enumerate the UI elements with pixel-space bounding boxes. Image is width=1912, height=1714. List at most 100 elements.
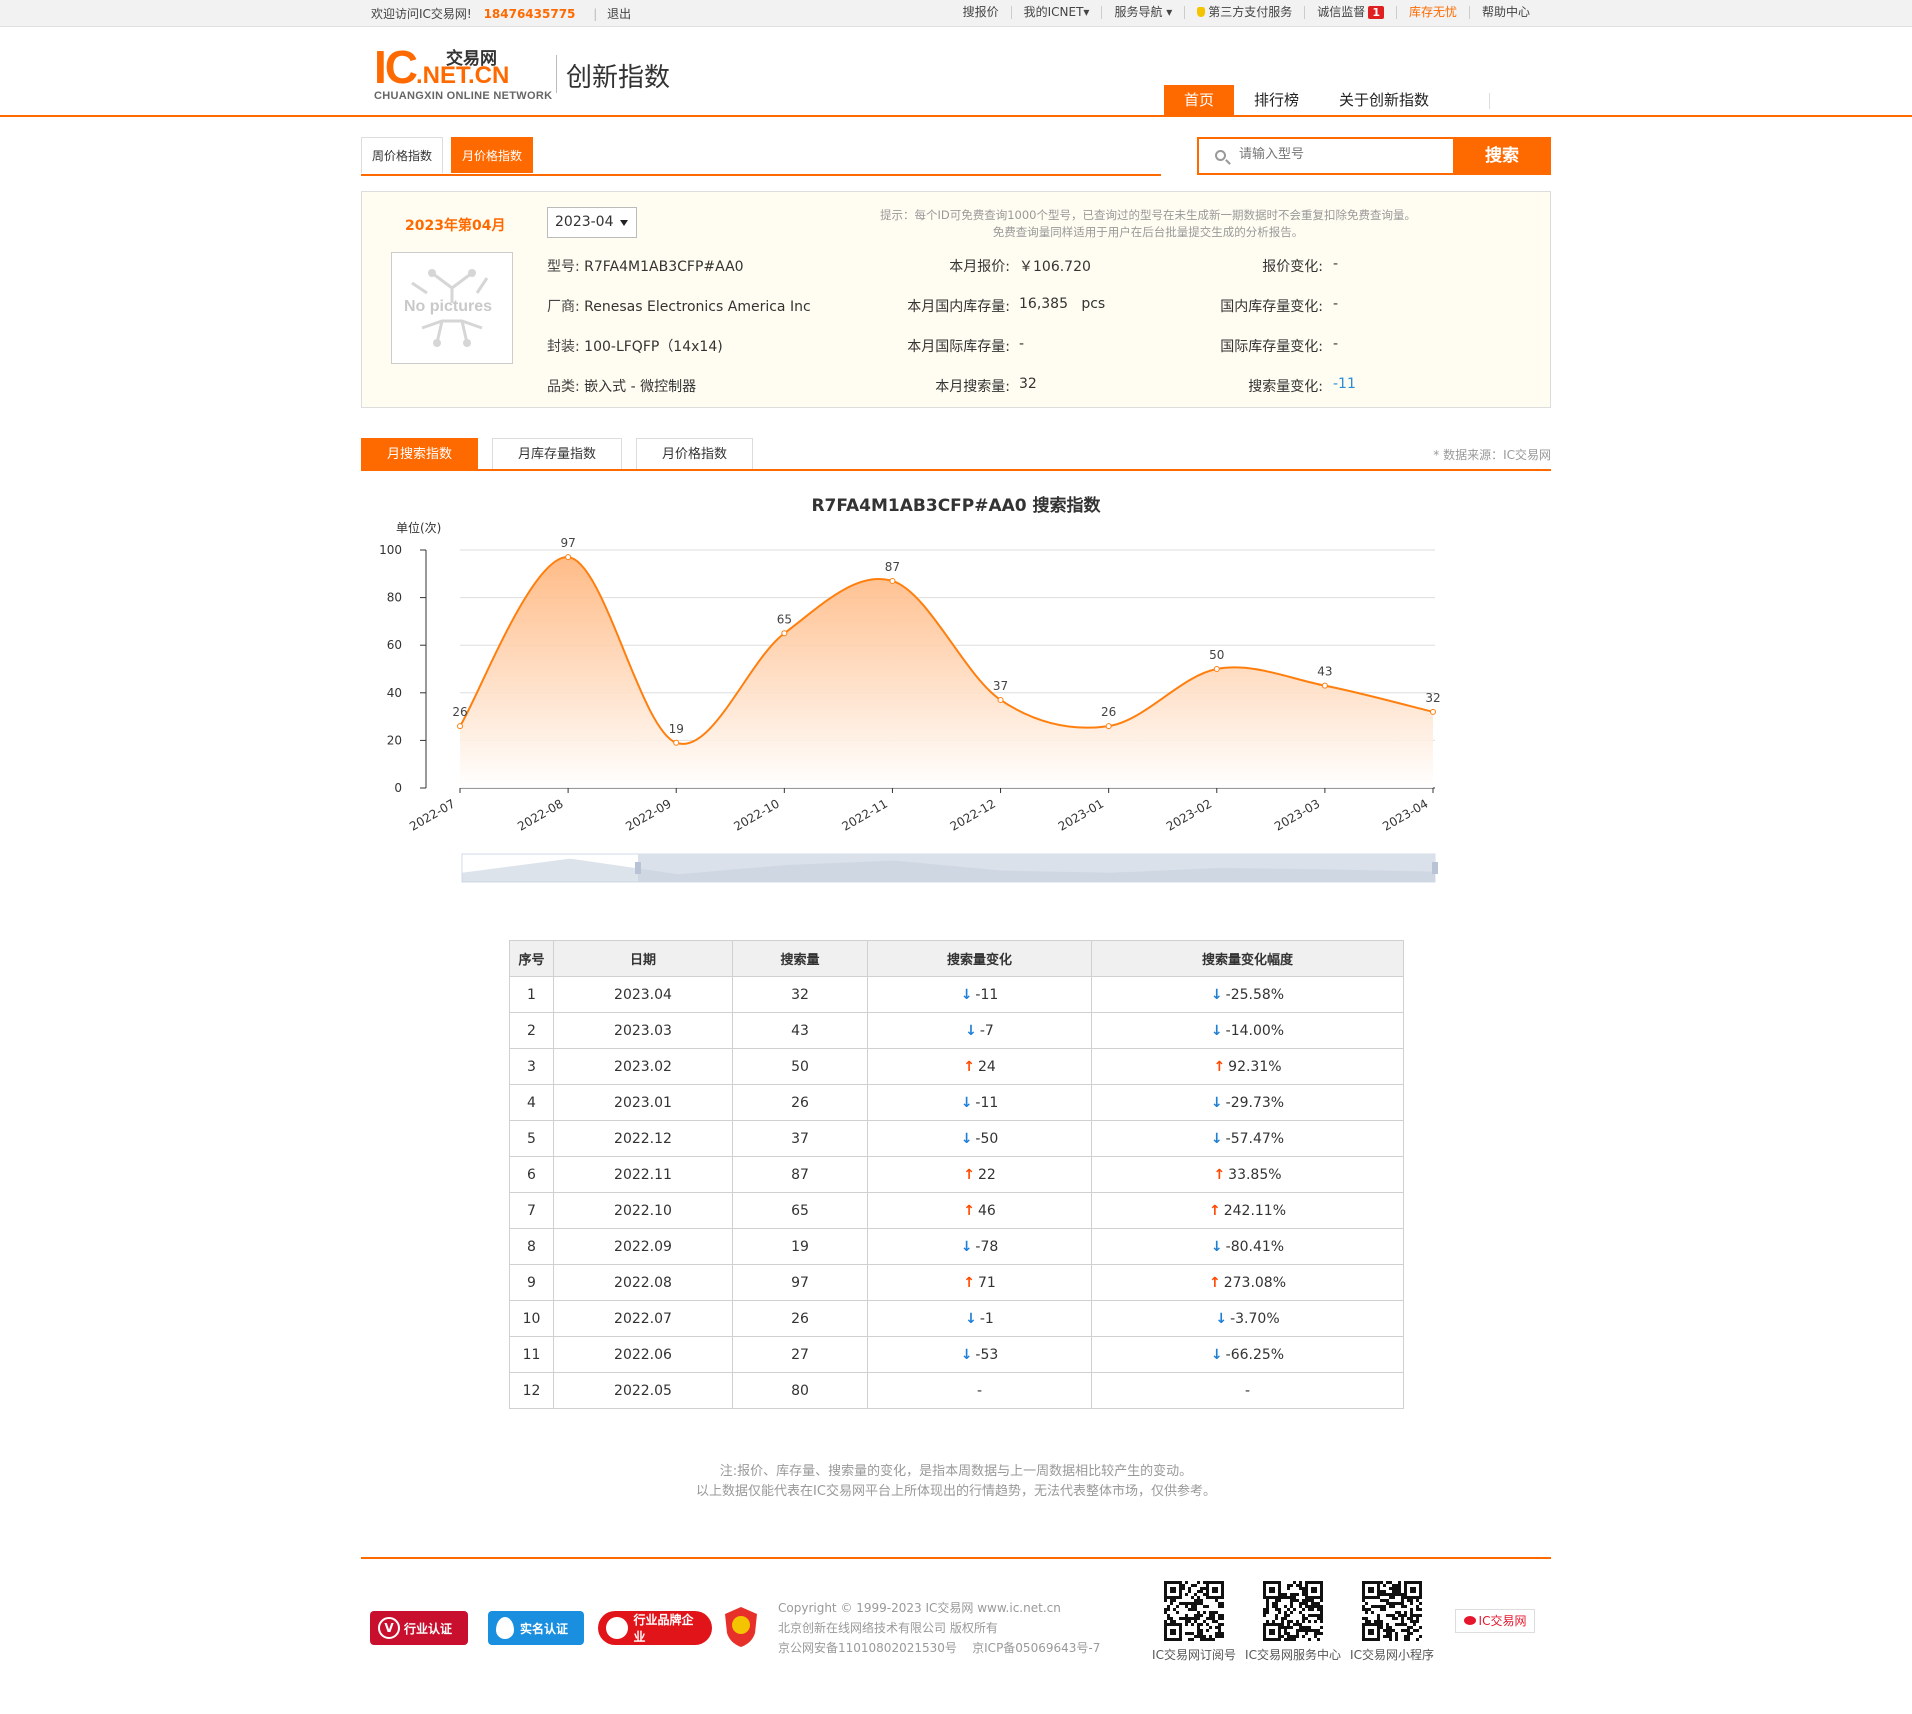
- data-point: [1321, 682, 1328, 689]
- tab-weekly-price[interactable]: 周价格指数: [361, 137, 444, 173]
- weibo-link[interactable]: IC交易网: [1455, 1609, 1535, 1633]
- cell-date-value: 2023.03: [614, 1022, 672, 1039]
- cell-search-change-value: -7: [979, 1022, 994, 1039]
- top-link-service-nav[interactable]: 服务导航 ▾: [1102, 6, 1186, 19]
- col-search-change-pct: 搜索量变化幅度: [1091, 940, 1404, 977]
- tab-monthly-price[interactable]: 月价格指数: [451, 137, 534, 173]
- cell-search-change-value: 24: [977, 1058, 996, 1075]
- cell-index: 3: [509, 1048, 554, 1085]
- arrow-down-icon: ↓: [960, 1346, 973, 1363]
- cell-index: 4: [509, 1084, 554, 1121]
- cell-date: 2023.02: [553, 1048, 733, 1085]
- data-point: [889, 577, 896, 584]
- top-link-integrity-label: 诚信监督: [1317, 5, 1366, 19]
- cell-date-value: 2023.02: [614, 1058, 672, 1075]
- arrow-up-icon: ↑: [963, 1058, 975, 1075]
- month-select[interactable]: 2023-04: [547, 207, 637, 238]
- top-link-payment-label: 第三方支付服务: [1208, 5, 1293, 19]
- top-links: 搜报价 我的ICNET▾ 服务导航 ▾ 第三方支付服务 诚信监督 1 库存无忧 帮…: [951, 6, 1542, 19]
- cell-search-change-pct-value: -: [1244, 1382, 1251, 1399]
- cell-search-value: 26: [791, 1310, 809, 1327]
- cell-search-change-pct-value: -66.25%: [1225, 1346, 1285, 1363]
- arrow-down-icon: ↓: [1210, 986, 1223, 1003]
- x-tick-label: 2023-01: [1056, 796, 1106, 833]
- cell-index-value: 1: [527, 986, 536, 1003]
- top-link-stock[interactable]: 库存无忧: [1397, 6, 1470, 19]
- search-input[interactable]: [1239, 147, 1439, 162]
- cell-search-change: ↓ -53: [867, 1336, 1092, 1373]
- field-dstock-change-label: 国内库存量变化:: [1220, 299, 1323, 315]
- cell-search-change: -: [867, 1372, 1092, 1409]
- tab-monthly-stock[interactable]: 月库存量指数: [492, 438, 623, 470]
- top-link-quote[interactable]: 搜报价: [951, 6, 1012, 19]
- zoom-handle-left[interactable]: [635, 862, 641, 874]
- cell-search: 26: [732, 1084, 868, 1121]
- y-tick-label: 20: [387, 733, 402, 747]
- cell-index: 1: [509, 976, 554, 1013]
- cell-search-change-pct: ↓ -66.25%: [1091, 1336, 1404, 1373]
- data-point: [457, 723, 463, 730]
- arrow-down-icon: ↓: [965, 1310, 977, 1327]
- nav-ranking[interactable]: 排行榜: [1234, 85, 1319, 116]
- tab-monthly-search[interactable]: 月搜索指数: [361, 438, 479, 470]
- col-date: 日期: [553, 940, 733, 977]
- table-row: 7 2022.10 65 ↑ 46 ↑ 242.11%: [509, 1192, 1404, 1229]
- zoom-handle-right[interactable]: [1432, 862, 1438, 874]
- user-phone[interactable]: 18476435775: [484, 7, 576, 21]
- cell-index: 2: [509, 1012, 554, 1049]
- cell-date: 2022.09: [553, 1228, 733, 1265]
- arrow-down-icon: ↓: [960, 1238, 973, 1255]
- data-source: * 数据来源：IC交易网: [1433, 448, 1551, 462]
- cell-search: 50: [732, 1048, 868, 1085]
- data-point: [1105, 723, 1112, 730]
- header-rule: [0, 115, 1912, 117]
- copyright-line-3: 京公网安备11010802021530号 京ICP备05069643号-7: [778, 1641, 1101, 1655]
- top-link-payment[interactable]: 第三方支付服务: [1185, 5, 1306, 19]
- nav-home[interactable]: 首页: [1164, 85, 1235, 116]
- col-index: 序号: [509, 940, 554, 977]
- field-category: 品类: 嵌入式 - 微控制器: [547, 376, 696, 396]
- x-tick-label: 2022-12: [948, 796, 998, 833]
- field-search-change-value: -11: [1333, 376, 1356, 392]
- cell-search-change: ↓ -11: [867, 976, 1092, 1013]
- top-link-integrity[interactable]: 诚信监督 1: [1305, 6, 1397, 19]
- police-shield-icon[interactable]: [722, 1605, 760, 1649]
- data-label: 87: [885, 560, 900, 574]
- arrow-down-icon: ↓: [1210, 1130, 1223, 1147]
- field-dstock-change-value: -: [1333, 296, 1339, 312]
- field-search-value: 32: [1019, 376, 1037, 392]
- cell-date-value: 2022.09: [614, 1238, 672, 1255]
- cell-search: 37: [732, 1120, 868, 1157]
- brand-icon: [606, 1617, 628, 1639]
- y-tick-label: 0: [394, 781, 402, 795]
- cell-search-value: 32: [791, 986, 809, 1003]
- page-title: 创新指数: [566, 63, 671, 93]
- brand-enterprise-badge[interactable]: 行业品牌企业: [598, 1611, 712, 1645]
- site-logo[interactable]: IC.NET.CN 交易网 CHUANGXIN ONLINE NETWORK: [374, 44, 552, 102]
- realname-cert-badge[interactable]: 实名认证: [488, 1611, 584, 1645]
- arrow-up-icon: ↑: [963, 1274, 975, 1291]
- y-axis-label: 单位(次): [396, 520, 441, 535]
- nav-about[interactable]: 关于创新指数: [1319, 85, 1449, 116]
- copyright-line-2: 北京创新在线网络技术有限公司 版权所有: [778, 1621, 998, 1635]
- field-maker-value: Renesas Electronics America Inc: [584, 299, 811, 315]
- data-label: 65: [777, 612, 792, 626]
- logout-link[interactable]: 退出: [607, 7, 631, 21]
- table-row: 12 2022.05 80 - -: [509, 1372, 1404, 1409]
- subtab-rule: [361, 174, 1161, 176]
- tab-monthly-price-chart[interactable]: 月价格指数: [636, 438, 754, 470]
- cell-date-value: 2022.11: [614, 1166, 672, 1183]
- y-tick-label: 60: [387, 638, 402, 652]
- industry-cert-badge[interactable]: V 行业认证: [370, 1611, 468, 1645]
- cell-search-change: ↓ -50: [867, 1120, 1092, 1157]
- main-nav: 首页 排行榜 关于创新指数: [1164, 85, 1491, 116]
- search-button[interactable]: 搜索: [1453, 137, 1551, 175]
- field-istock-change-value: -: [1333, 336, 1339, 352]
- cell-search-change-pct: ↑ 273.08%: [1091, 1264, 1404, 1301]
- field-price-change-label: 报价变化:: [1262, 259, 1323, 275]
- arrow-up-icon: ↑: [1208, 1202, 1221, 1219]
- top-link-my-icnet[interactable]: 我的ICNET▾: [1012, 6, 1103, 19]
- top-link-help[interactable]: 帮助中心: [1470, 6, 1542, 19]
- table-row: 8 2022.09 19 ↓ -78 ↓ -80.41%: [509, 1228, 1404, 1265]
- cell-search-change: ↑ 46: [867, 1192, 1092, 1229]
